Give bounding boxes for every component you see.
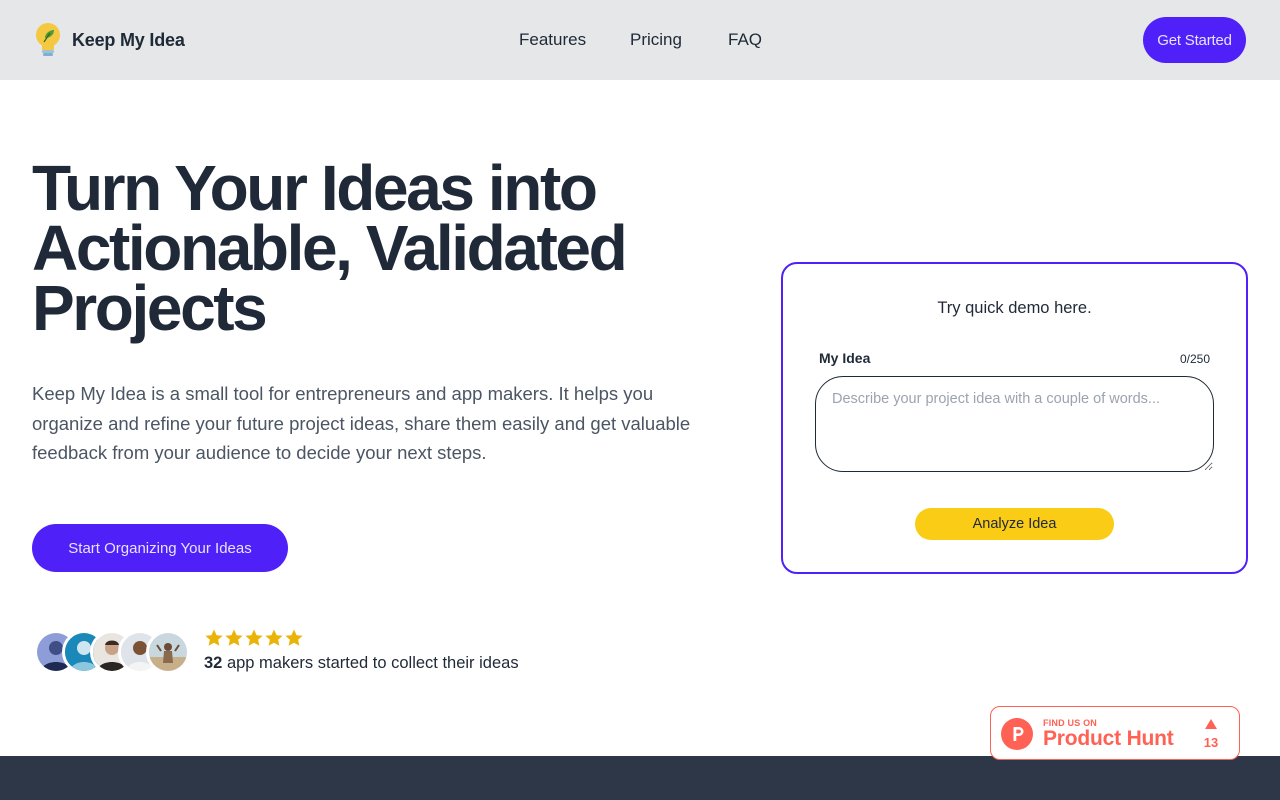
star-icon [245,629,263,646]
maker-count: 32 [204,654,223,672]
idea-input[interactable] [815,376,1214,472]
product-hunt-badge[interactable]: FIND US ON Product Hunt 13 [990,706,1240,760]
user-avatars [34,630,194,674]
rating-stars [204,628,304,648]
star-icon [265,629,283,646]
lightbulb-icon [36,23,60,56]
product-hunt-icon [1001,718,1033,750]
star-icon [285,629,303,646]
hero-description: Keep My Idea is a small tool for entrepr… [32,383,691,463]
site-header: Keep My Idea Features Pricing FAQ Get St… [0,0,1280,80]
product-hunt-name: Product Hunt [1043,727,1174,750]
brand-name: Keep My Idea [72,29,185,50]
analyze-idea-button[interactable]: Analyze Idea [915,508,1114,540]
nav-features[interactable]: Features [519,30,586,50]
demo-title: Try quick demo here. [937,299,1092,317]
nav-faq[interactable]: FAQ [728,30,762,50]
brand-link[interactable]: Keep My Idea [32,22,185,58]
star-icon [225,629,243,646]
start-organizing-button[interactable]: Start Organizing Your Ideas [32,524,288,572]
product-hunt-votes: 13 [1203,735,1219,750]
demo-card: Try quick demo here. My Idea 0/250 Analy… [781,262,1248,574]
upvote-arrow-icon [1205,719,1217,729]
char-counter: 0/250 [1179,352,1210,366]
social-proof-label: app makers started to collect their idea… [222,654,519,672]
footer-band [0,756,1280,800]
nav-pricing[interactable]: Pricing [630,30,682,50]
hero-title: Turn Your Ideas into Actionable, Validat… [32,152,628,344]
get-started-button[interactable]: Get Started [1143,17,1246,63]
social-proof-text: 32 app makers started to collect their i… [204,654,519,673]
star-icon [205,629,223,646]
avatar [146,630,190,674]
idea-field-label: My Idea [819,350,871,366]
